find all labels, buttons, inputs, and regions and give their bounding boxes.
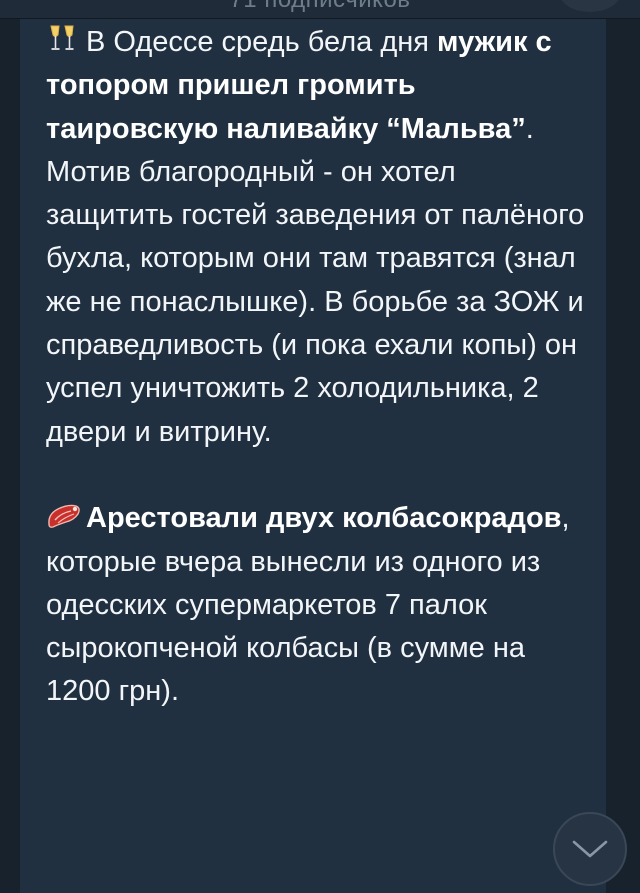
channel-header[interactable]: 71 подписчиков xyxy=(0,0,640,19)
message-paragraph-2: Арестовали двух колбасокрадов, которые в… xyxy=(46,497,590,713)
chevron-down-icon xyxy=(572,840,608,858)
chat-screen: 71 подписчиков В Одессе средь бела дня м… xyxy=(0,0,640,893)
paragraph-1-lead: В Одессе средь бела дня xyxy=(86,26,438,58)
scroll-down-button[interactable] xyxy=(553,812,627,886)
champagne-glasses-icon xyxy=(46,24,82,54)
cut-of-meat-icon xyxy=(46,500,82,530)
message-paragraph-1: В Одессе средь бела дня мужик с топором … xyxy=(46,21,590,454)
paragraph-1-body: . Мотив благородный - он хотел защитить … xyxy=(46,112,585,448)
paragraph-2-bold: Арестовали двух колбасокрадов xyxy=(86,502,562,535)
message-bubble[interactable]: В Одессе средь бела дня мужик с топором … xyxy=(20,19,606,893)
channel-subscriber-count: 71 подписчиков xyxy=(0,0,640,14)
